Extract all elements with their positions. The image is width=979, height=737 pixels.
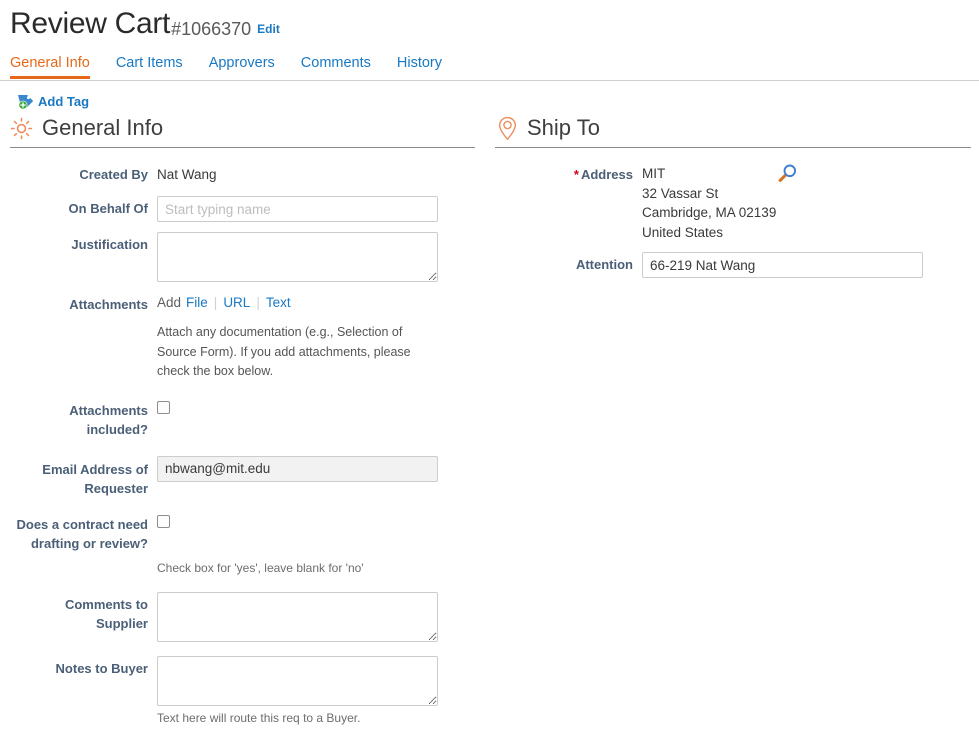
address-label: * Address [495,162,642,184]
notes-to-buyer-label: Notes to Buyer [55,661,148,676]
field-on-behalf-of: On Behalf Of [10,196,495,222]
cart-number: #1066370 [171,19,252,39]
gear-icon [10,117,33,140]
contract-help-text: Check box for 'yes', leave blank for 'no… [157,560,364,575]
tab-bar: General Info Cart Items Approvers Comments H… [0,53,979,81]
on-behalf-of-input[interactable] [157,196,438,222]
address-line-4: United States [642,224,724,240]
attachments-help-row: Attach any documentation (e.g., Selectio… [10,322,495,382]
page-header: Review Cart#1066370 Edit [0,0,979,46]
ship-to-title: Ship To [527,115,600,140]
attachments-label: Attachments [69,297,148,312]
attachments-separator-1: | [213,295,218,310]
field-contract-needed: Does a contract need drafting or review? [10,512,495,553]
justification-label: Justification [71,237,148,252]
attachments-separator-2: | [256,295,260,310]
map-pin-icon [497,116,518,141]
attachments-add-word: Add [157,295,182,310]
notes-help-row: Text here will route this req to a Buyer… [10,709,495,729]
general-info-section-header: General Info [10,115,495,147]
field-attachments: Attachments Add File | URL | Text [10,292,495,314]
ship-to-column: Ship To * Address MIT 32 Vassar St Cambri… [495,115,979,290]
general-info-column: General Info Created By Nat Wang On Beha… [0,115,495,737]
attachment-text-link[interactable]: Text [266,295,291,310]
tab-history[interactable]: History [397,55,442,78]
tab-cart-items[interactable]: Cart Items [116,55,183,78]
contract-help-row: Check box for 'yes', leave blank for 'no… [10,559,495,579]
justification-textarea[interactable] [157,232,438,282]
field-comments-to-supplier: Comments to Supplier [10,592,495,642]
field-attention: Attention [495,252,979,278]
field-email-address: Email Address of Requester [10,455,495,498]
address-required-marker: * [573,167,579,182]
field-justification: Justification [10,232,495,282]
magnifier-icon[interactable] [777,162,799,189]
address-line-1: MIT [642,166,666,181]
comments-to-supplier-textarea[interactable] [157,592,438,642]
ship-to-divider [495,147,971,148]
add-tag-button[interactable]: Add Tag [16,93,89,110]
address-line-3: Cambridge, MA 02139 [642,205,777,220]
tag-plus-icon [16,93,35,110]
tab-approvers[interactable]: Approvers [209,55,275,78]
attachments-help-text: Attach any documentation (e.g., Selectio… [157,325,411,378]
general-info-divider [10,147,475,148]
attachment-file-link[interactable]: File [186,295,208,310]
email-address-label: Email Address of Requester [42,461,148,496]
attachments-included-checkbox[interactable] [157,400,170,414]
address-line-2: 32 Vassar St [642,185,719,201]
comments-to-supplier-label: Comments to Supplier [64,597,148,631]
attention-label: Attention [575,257,633,272]
attention-input[interactable] [642,252,923,278]
notes-help-spacer [10,709,157,712]
on-behalf-of-label: On Behalf Of [68,201,148,216]
address-label-text: Address [580,167,633,182]
address-block: MIT 32 Vassar St Cambridge, MA 02139 Uni… [642,162,797,242]
tab-comments[interactable]: Comments [301,55,371,78]
notes-to-buyer-textarea[interactable] [157,656,438,706]
notes-to-buyer-help-text: Text here will route this req to a Buyer… [157,711,361,725]
page-title: Review Cart [10,7,171,40]
created-by-label: Created By [79,167,148,182]
attachments-included-label: Attachments included? [69,402,148,437]
contract-needed-checkbox[interactable] [157,514,170,528]
field-notes-to-buyer: Notes to Buyer [10,656,495,706]
field-attachments-included: Attachments included? [10,398,495,439]
email-address-input[interactable] [157,455,438,482]
attachment-url-link[interactable]: URL [223,295,250,310]
tab-general-info[interactable]: General Info [10,55,90,79]
attachments-actions: Add File | URL | Text [157,292,291,310]
created-by-value: Nat Wang [157,167,217,182]
add-tag-row: Add Tag [0,81,979,115]
general-info-title: General Info [42,115,164,140]
attachments-help-spacer [10,322,157,325]
field-created-by: Created By Nat Wang [10,162,495,184]
contract-help-spacer [10,559,157,562]
edit-link[interactable]: Edit [257,22,280,36]
ship-to-section-header: Ship To [495,115,979,147]
contract-needed-label: Does a contract need drafting or review? [16,516,149,551]
content-columns: General Info Created By Nat Wang On Beha… [0,115,979,737]
add-tag-label: Add Tag [38,94,90,109]
field-address: * Address MIT 32 Vassar St Cambridge, MA … [495,162,979,242]
